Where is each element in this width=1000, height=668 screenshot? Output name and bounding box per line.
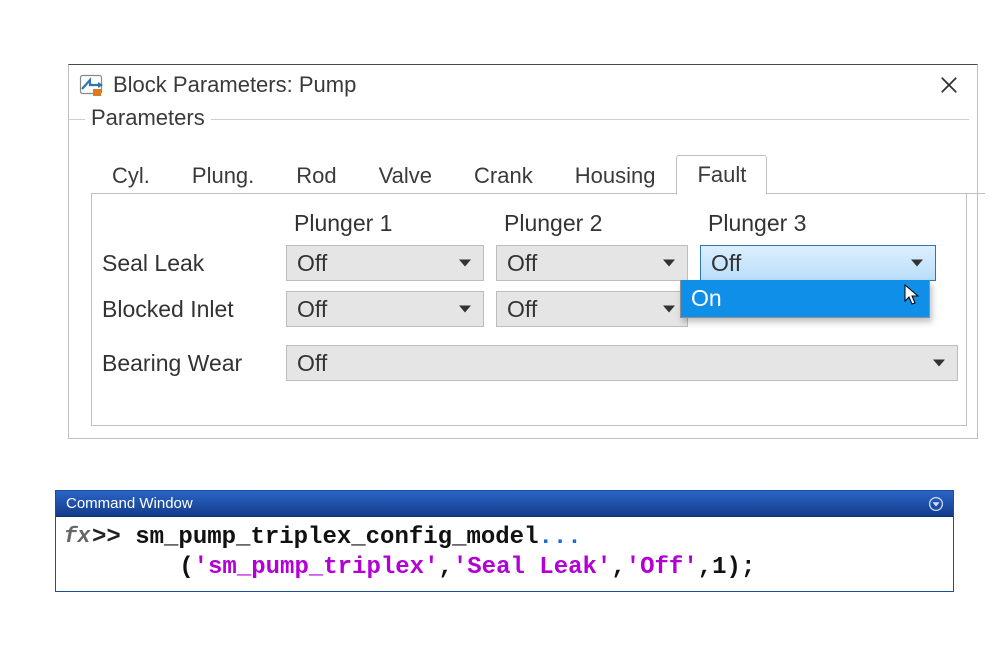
- tab-crank[interactable]: Crank: [453, 156, 554, 195]
- chevron-down-icon: [911, 260, 923, 267]
- combo-value: Off: [297, 250, 327, 277]
- code-string-arg-1: 'sm_pump_triplex': [194, 554, 439, 581]
- combo-seal-leak-p3[interactable]: Off: [700, 245, 936, 281]
- combo-value: Off: [507, 250, 537, 277]
- cursor-arrow-icon: [904, 284, 920, 306]
- chevron-down-icon: [459, 260, 471, 267]
- tab-fault[interactable]: Fault: [676, 155, 767, 195]
- dropdown-open-seal-leak-p3[interactable]: On: [680, 280, 930, 318]
- block-parameters-dialog: Block Parameters: Pump Parameters Cyl. P…: [68, 64, 978, 439]
- tab-housing[interactable]: Housing: [554, 156, 677, 195]
- close-icon: [940, 76, 958, 94]
- fault-tab-page: Plunger 1 Plunger 2 Plunger 3 Seal Leak …: [91, 194, 967, 426]
- close-button[interactable]: [927, 65, 971, 105]
- combo-blocked-inlet-p2[interactable]: Off: [496, 291, 688, 327]
- combo-bearing-wear[interactable]: Off: [286, 345, 958, 381]
- header-plunger-3: Plunger 3: [700, 210, 936, 237]
- row-seal-leak: Seal Leak Off Off Off: [102, 245, 958, 281]
- tab-cyl[interactable]: Cyl.: [91, 156, 171, 195]
- collapse-button[interactable]: [927, 495, 945, 513]
- parameters-group: Parameters Cyl. Plung. Rod Valve Crank H…: [69, 119, 977, 426]
- label-bearing-wear: Bearing Wear: [102, 350, 274, 377]
- code-string-arg-2: 'Seal Leak': [453, 554, 611, 581]
- simulink-block-icon: [79, 73, 103, 97]
- fx-indicator: fx: [64, 523, 92, 551]
- tab-plung[interactable]: Plung.: [171, 156, 275, 195]
- combo-value: Off: [507, 296, 537, 323]
- code-line-continuation: ...: [538, 524, 581, 551]
- tab-valve[interactable]: Valve: [358, 156, 453, 195]
- header-plunger-2: Plunger 2: [496, 210, 688, 237]
- parameters-group-label: Parameters: [85, 105, 211, 131]
- combo-seal-leak-p2[interactable]: Off: [496, 245, 688, 281]
- code-paren-close: );: [727, 554, 756, 581]
- dialog-titlebar: Block Parameters: Pump: [69, 65, 977, 105]
- combo-value: Off: [711, 250, 741, 277]
- label-seal-leak: Seal Leak: [102, 250, 274, 277]
- chevron-down-icon: [459, 306, 471, 313]
- tab-rod[interactable]: Rod: [275, 156, 357, 195]
- code-function-name: sm_pump_triplex_config_model: [135, 524, 538, 551]
- code-paren-open: (: [179, 554, 193, 581]
- chevron-down-icon: [663, 306, 675, 313]
- fault-column-headers: Plunger 1 Plunger 2 Plunger 3: [102, 210, 958, 237]
- header-plunger-1: Plunger 1: [286, 210, 484, 237]
- command-window-title: Command Window: [66, 495, 193, 512]
- command-window-body[interactable]: fx>> sm_pump_triplex_config_model... ('s…: [56, 517, 953, 591]
- command-window-titlebar: Command Window: [56, 491, 953, 517]
- command-prompt: >>: [92, 524, 135, 551]
- tab-strip: Cyl. Plung. Rod Valve Crank Housing Faul…: [91, 152, 977, 194]
- chevron-down-icon: [933, 360, 945, 367]
- dropdown-option-on[interactable]: On: [681, 280, 929, 317]
- combo-seal-leak-p1[interactable]: Off: [286, 245, 484, 281]
- code-number-arg: 1: [712, 554, 726, 581]
- combo-value: Off: [297, 296, 327, 323]
- chevron-down-icon: [663, 260, 675, 267]
- combo-value: Off: [297, 350, 327, 377]
- dialog-title: Block Parameters: Pump: [113, 72, 356, 98]
- code-string-arg-3: 'Off': [626, 554, 698, 581]
- command-window: Command Window fx>> sm_pump_triplex_conf…: [55, 490, 954, 592]
- row-bearing-wear: Bearing Wear Off: [102, 345, 958, 381]
- label-blocked-inlet: Blocked Inlet: [102, 296, 274, 323]
- combo-blocked-inlet-p1[interactable]: Off: [286, 291, 484, 327]
- collapse-icon: [928, 496, 944, 512]
